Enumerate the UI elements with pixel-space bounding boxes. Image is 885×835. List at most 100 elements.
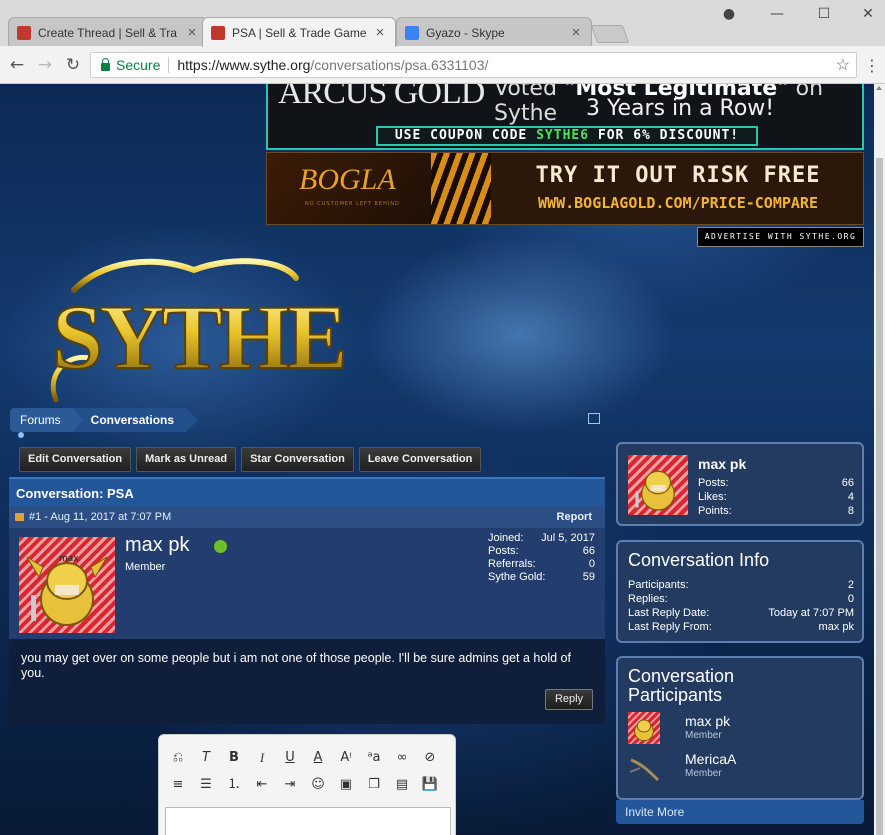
italic-icon[interactable]: I <box>253 749 271 767</box>
ad-headline: TRY IT OUT RISK FREE <box>535 163 821 188</box>
text-color-icon[interactable]: A <box>309 749 327 767</box>
avatar[interactable]: max <box>19 537 115 633</box>
post-icon <box>15 513 24 521</box>
maximize-icon[interactable]: ☐ <box>809 4 839 24</box>
conversation-panel: Conversation: PSA #1 - Aug 11, 2017 at 7… <box>9 477 605 724</box>
forward-icon[interactable]: → <box>34 54 56 76</box>
star-conversation-button[interactable]: Star Conversation <box>241 447 354 472</box>
scrollbar-thumb[interactable] <box>876 158 883 835</box>
image-icon[interactable]: ▣ <box>337 776 355 794</box>
link-icon[interactable]: ∞ <box>393 749 411 767</box>
stat-value: 66 <box>582 545 595 557</box>
tab-create-thread[interactable]: Create Thread | Sell & Tra × <box>8 17 208 47</box>
breadcrumb: Forums Conversations <box>10 408 199 432</box>
ad-url: WWW.BOGLAGOLD.COM/PRICE-COMPARE <box>538 194 818 212</box>
user-role: Member <box>125 561 166 573</box>
stat-row: Likes: 4 <box>698 490 854 504</box>
stat-value: 59 <box>582 571 595 583</box>
avatar[interactable] <box>628 455 688 515</box>
secure-label: Secure <box>116 57 170 73</box>
ad-copy: TRY IT OUT RISK FREE WWW.BOGLAGOLD.COM/P… <box>491 153 863 224</box>
back-icon[interactable]: ← <box>6 54 28 76</box>
clear-format-icon[interactable]: T <box>197 749 215 767</box>
account-icon[interactable]: ● <box>714 4 744 24</box>
stat-label: Replies: <box>628 593 668 605</box>
scroll-up-icon[interactable] <box>876 86 882 90</box>
bogla-banner[interactable]: BOGLA NO CUSTOMER LEFT BEHIND TRY IT OUT… <box>266 152 864 225</box>
tab-psa[interactable]: PSA | Sell & Trade Game × <box>202 17 396 47</box>
underline-icon[interactable]: U <box>281 749 299 767</box>
report-link[interactable]: Report <box>557 506 592 528</box>
avatar-character-icon: max <box>26 554 108 626</box>
user-stats: Joined: Jul 5, 2017 Posts: 66 Referrals: 0 … <box>488 532 595 584</box>
tab-strip: Create Thread | Sell & Tra × PSA | Sell … <box>0 0 885 47</box>
editor-textarea[interactable] <box>165 807 451 835</box>
remove-format-icon[interactable]: ⎌ <box>169 749 187 767</box>
bogla-tagline: NO CUSTOMER LEFT BEHIND <box>305 201 400 207</box>
mark-unread-button[interactable]: Mark as Unread <box>136 447 237 472</box>
logo-letters: SYTHE <box>52 286 344 388</box>
stat-row: Joined: Jul 5, 2017 <box>488 532 595 545</box>
stat-row: Last Reply Date: Today at 7:07 PM <box>628 606 854 620</box>
address-bar[interactable]: Secure https://www.sythe.org/conversatio… <box>90 52 857 78</box>
editor-toolbar-row: ⎌ T B I U A Aᵎ ᵃa ∞ ⊘ <box>169 749 439 767</box>
bogla-brand: BOGLA <box>299 163 396 196</box>
advertise-link[interactable]: ADVERTISE WITH SYTHE.ORG <box>697 227 864 247</box>
close-icon[interactable]: × <box>373 24 387 41</box>
smilie-icon[interactable]: ☺ <box>309 776 327 794</box>
save-draft-icon[interactable]: 💾 <box>421 776 439 794</box>
reply-button[interactable]: Reply <box>545 689 593 710</box>
outdent-icon[interactable]: ⇤ <box>253 776 271 794</box>
page-scrollbar[interactable] <box>874 84 885 835</box>
number-list-icon[interactable]: ⒈ <box>225 776 243 794</box>
bullet-list-icon[interactable]: ☰ <box>197 776 215 794</box>
bold-icon[interactable]: B <box>225 749 243 767</box>
close-icon[interactable]: × <box>185 24 199 41</box>
participant-name[interactable]: max pk <box>685 713 730 729</box>
sythe-logo[interactable]: SYTHE <box>34 250 394 410</box>
edit-conversation-button[interactable]: Edit Conversation <box>19 447 132 472</box>
participant-item[interactable]: MericaA Member <box>628 750 854 782</box>
stat-value[interactable]: max pk <box>819 620 854 634</box>
conversation-actions: Edit Conversation Mark as Unread Star Co… <box>19 447 482 472</box>
leave-conversation-button[interactable]: Leave Conversation <box>358 447 482 472</box>
font-size-icon[interactable]: Aᵎ <box>337 749 355 767</box>
unlink-icon[interactable]: ⊘ <box>421 749 439 767</box>
coupon-suffix: FOR 6% DISCOUNT! <box>597 128 740 143</box>
sythe-favicon-icon <box>211 25 225 40</box>
invite-more-link[interactable]: Invite More <box>616 800 864 824</box>
tab-gyazo[interactable]: Gyazo - Skype × <box>396 17 592 47</box>
participant-name[interactable]: MericaA <box>685 751 736 767</box>
new-tab-button[interactable] <box>590 25 630 43</box>
breadcrumb-forums[interactable]: Forums <box>10 408 83 432</box>
insert-icon[interactable]: ▤ <box>393 776 411 794</box>
close-window-icon[interactable]: ✕ <box>853 4 883 24</box>
browser-toolbar: ← → ↻ Secure https://www.sythe.org/conve… <box>0 46 885 84</box>
arcus-gold-banner[interactable]: ARCUS GOLD Voted "Most Legitimate" on Sy… <box>266 84 864 150</box>
post-permalink[interactable]: #1 - Aug 11, 2017 at 7:07 PM <box>29 511 171 523</box>
reload-icon[interactable]: ↻ <box>62 54 84 76</box>
sidebar-user-stats: Posts: 66 Likes: 4 Points: 8 <box>698 476 854 518</box>
font-family-icon[interactable]: ᵃa <box>365 749 383 767</box>
expand-icon[interactable] <box>588 413 600 424</box>
heading-line: Participants <box>628 685 723 705</box>
bookmark-star-icon[interactable]: ☆ <box>836 55 850 75</box>
media-icon[interactable]: ❐ <box>365 776 383 794</box>
stat-value: 66 <box>841 477 854 489</box>
username[interactable]: max pk <box>125 534 189 557</box>
heading-line: Conversation <box>628 666 735 686</box>
stat-row: Posts: 66 <box>698 476 854 490</box>
tab-title: Create Thread | Sell & Tra <box>38 25 177 40</box>
breadcrumb-conversations[interactable]: Conversations <box>72 408 199 432</box>
conversation-info-stats: Participants: 2 Replies: 0 Last Reply Date… <box>628 578 854 634</box>
post-author: max max pk Member Joined: Jul 5, 2017 Pos… <box>9 528 605 639</box>
minimize-icon[interactable]: — <box>762 4 792 24</box>
sidebar-username[interactable]: max pk <box>698 456 746 472</box>
jump-marker-icon[interactable] <box>18 432 24 438</box>
close-icon[interactable]: × <box>569 24 583 41</box>
participant-item[interactable]: max pk Member <box>628 712 854 744</box>
indent-icon[interactable]: ⇥ <box>281 776 299 794</box>
align-icon[interactable]: ≡ <box>169 776 187 794</box>
menu-icon[interactable]: ⋮ <box>864 56 880 75</box>
tab-title: Gyazo - Skype <box>426 25 505 40</box>
